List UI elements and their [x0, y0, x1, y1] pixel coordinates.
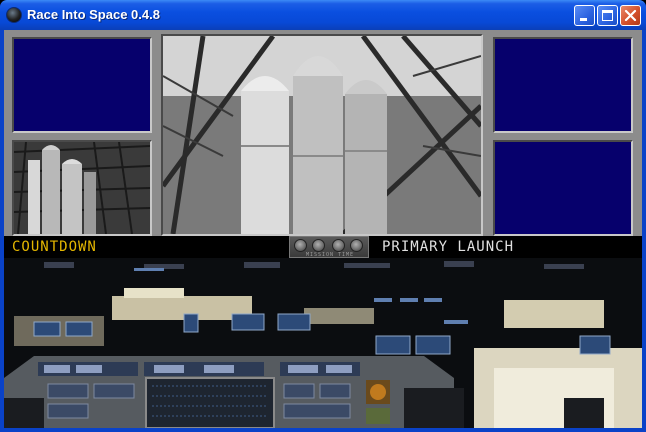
app-window: Race Into Space 0.4.8 COUNTDOWN MISSION …	[0, 0, 646, 432]
countdown-label: COUNTDOWN	[12, 239, 97, 255]
mission-control-room	[4, 258, 642, 428]
maximize-icon	[602, 10, 613, 21]
monitor-panel	[4, 30, 642, 258]
rocket-feed-main	[163, 36, 481, 234]
monitor-top-right	[493, 37, 633, 133]
close-button[interactable]	[620, 5, 641, 26]
launch-phase-label: PRIMARY LAUNCH	[382, 239, 515, 255]
monitor-top-left	[12, 37, 152, 133]
minimize-button[interactable]	[574, 5, 595, 26]
timer-dial-icon	[294, 239, 307, 252]
minimize-icon	[580, 18, 587, 21]
monitor-bottom-right	[493, 140, 633, 236]
maximize-button[interactable]	[597, 5, 618, 26]
status-bar: COUNTDOWN MISSION TIME PRIMARY LAUNCH	[4, 236, 642, 258]
window-title: Race Into Space 0.4.8	[27, 7, 160, 22]
close-icon	[624, 9, 637, 22]
timer-dial-icon	[350, 239, 363, 252]
app-icon[interactable]	[6, 7, 22, 23]
monitor-main-launch-view	[161, 34, 483, 236]
monitor-rocket-view	[12, 140, 152, 236]
mission-timer: MISSION TIME	[289, 236, 369, 258]
rocket-feed-small	[14, 142, 150, 234]
control-room-scene	[4, 258, 642, 428]
title-bar[interactable]: Race Into Space 0.4.8	[0, 0, 646, 30]
game-viewport[interactable]: COUNTDOWN MISSION TIME PRIMARY LAUNCH	[4, 30, 642, 428]
timer-dial-icon	[312, 239, 325, 252]
timer-dial-icon	[332, 239, 345, 252]
